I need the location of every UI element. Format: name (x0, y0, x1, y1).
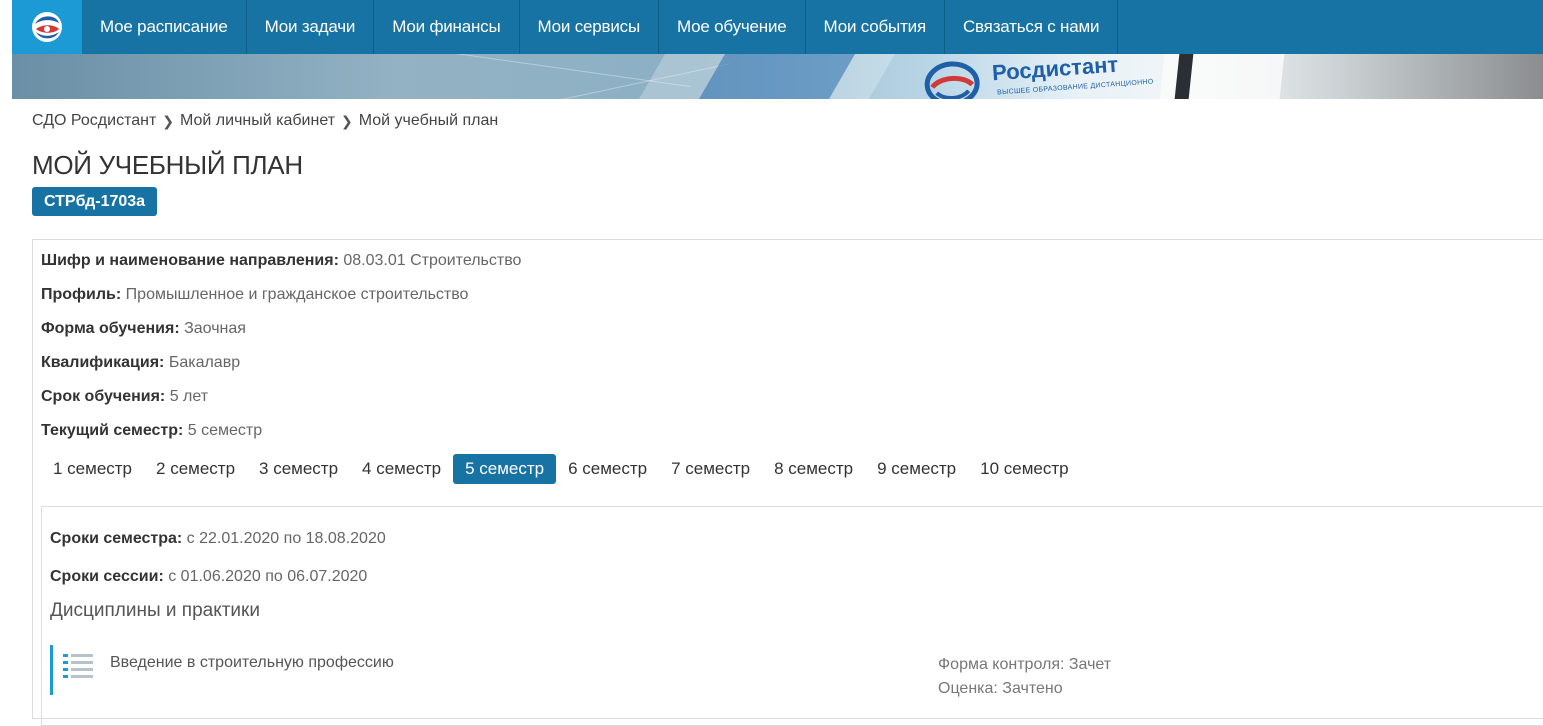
info-label: Текущий семестр: (41, 422, 184, 439)
info-value: 5 лет (165, 388, 209, 405)
nav-tasks[interactable]: Мои задачи (247, 0, 375, 54)
semester-detail-panel: Сроки семестра: с 22.01.2020 по 18.08.20… (41, 506, 1543, 726)
tab-semester-9[interactable]: 9 семестр (865, 454, 968, 484)
nav-events[interactable]: Мои события (806, 0, 945, 54)
tab-semester-3[interactable]: 3 семестр (247, 454, 350, 484)
discipline-item: Введение в строительную профессию Форма … (50, 645, 1543, 697)
tab-semester-4[interactable]: 4 семестр (350, 454, 453, 484)
tab-semester-2[interactable]: 2 семестр (144, 454, 247, 484)
info-direction: Шифр и наименование направления: 08.03.0… (41, 252, 521, 270)
list-icon (63, 654, 93, 678)
info-label: Профиль: (41, 286, 122, 303)
tab-semester-10[interactable]: 10 семестр (968, 454, 1080, 484)
info-qualification: Квалификация: Бакалавр (41, 354, 240, 372)
rosdistant-logo-icon (32, 12, 62, 42)
info-value: 08.03.01 Строительство (338, 252, 522, 269)
nav-finances[interactable]: Мои финансы (374, 0, 520, 54)
info-label: Срок обучения: (41, 388, 166, 405)
semester-period-value: с 22.01.2020 по 18.08.2020 (182, 530, 386, 547)
session-period-label: Сроки сессии: (50, 568, 164, 585)
discipline-grade: Оценка: Зачтено (938, 680, 1063, 697)
semester-period-label: Сроки семестра: (50, 530, 183, 547)
info-current-semester: Текущий семестр: 5 семестр (41, 422, 262, 440)
discipline-name[interactable]: Введение в строительную профессию (110, 654, 394, 672)
nav-services[interactable]: Мои сервисы (520, 0, 659, 54)
session-period-value: с 01.06.2020 по 06.07.2020 (163, 568, 368, 585)
banner-decor-stripe (699, 54, 855, 99)
site-logo[interactable] (12, 0, 82, 54)
study-plan-panel: Шифр и наименование направления: 08.03.0… (32, 239, 1543, 726)
discipline-control-form: Форма контроля: Зачет (938, 656, 1112, 673)
page-title: МОЙ УЧЕБНЫЙ ПЛАН (32, 150, 303, 180)
tab-semester-7[interactable]: 7 семестр (659, 454, 762, 484)
info-label: Шифр и наименование направления: (41, 252, 339, 269)
nav-contact[interactable]: Связаться с нами (945, 0, 1119, 54)
info-value: Заочная (179, 320, 246, 337)
breadcrumb-current: Мой учебный план (358, 112, 499, 129)
group-badge: СТРбд-1703а (32, 187, 158, 216)
chevron-right-icon: ❯ (341, 112, 353, 129)
info-profile: Профиль: Промышленное и гражданское стро… (41, 286, 468, 304)
info-value: 5 семестр (183, 422, 263, 439)
breadcrumb-cabinet[interactable]: Мой личный кабинет (180, 112, 335, 130)
tab-semester-8[interactable]: 8 семестр (762, 454, 865, 484)
chevron-right-icon: ❯ (162, 112, 175, 129)
nav-education[interactable]: Мое обучение (659, 0, 806, 54)
info-study-form: Форма обучения: Заочная (41, 320, 246, 338)
breadcrumb: СДО Росдистант ❯ Мой личный кабинет ❯ Мо… (32, 112, 498, 130)
banner-logo-icon (924, 61, 980, 99)
info-label: Форма обучения: (41, 320, 180, 337)
header-banner: Росдистант ВЫСШЕЕ ОБРАЗОВАНИЕ ДИСТАНЦИОН… (12, 54, 1543, 99)
top-navigation: Мое расписание Мои задачи Мои финансы Мо… (12, 0, 1543, 54)
tab-semester-1[interactable]: 1 семестр (41, 454, 144, 484)
info-label: Квалификация: (41, 354, 165, 371)
semester-tabs: 1 семестр 2 семестр 3 семестр 4 семестр … (41, 454, 1081, 484)
tab-semester-6[interactable]: 6 семестр (556, 454, 659, 484)
disciplines-section-title: Дисциплины и практики (50, 600, 260, 621)
nav-schedule[interactable]: Мое расписание (82, 0, 247, 54)
info-value: Промышленное и гражданское строительство (121, 286, 469, 303)
tab-semester-5[interactable]: 5 семестр (453, 454, 557, 484)
semester-period: Сроки семестра: с 22.01.2020 по 18.08.20… (50, 530, 386, 548)
discipline-meta: Форма контроля: Зачет Оценка: Зачтено (938, 653, 1111, 701)
info-duration: Срок обучения: 5 лет (41, 388, 208, 406)
info-value: Бакалавр (164, 354, 241, 371)
breadcrumb-home[interactable]: СДО Росдистант (32, 112, 156, 130)
session-period: Сроки сессии: с 01.06.2020 по 06.07.2020 (50, 568, 367, 586)
